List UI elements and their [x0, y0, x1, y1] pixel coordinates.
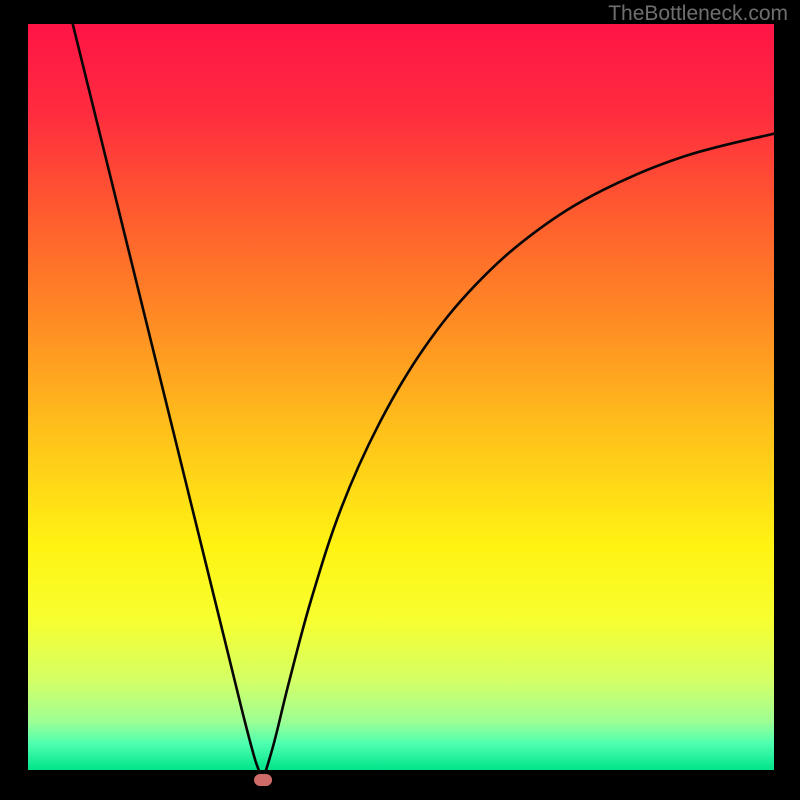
bottleneck-curve [28, 24, 774, 780]
plot-area [28, 24, 774, 780]
chart-container: TheBottleneck.com [0, 0, 800, 800]
watermark-text: TheBottleneck.com [608, 2, 788, 26]
optimum-marker [254, 774, 272, 786]
